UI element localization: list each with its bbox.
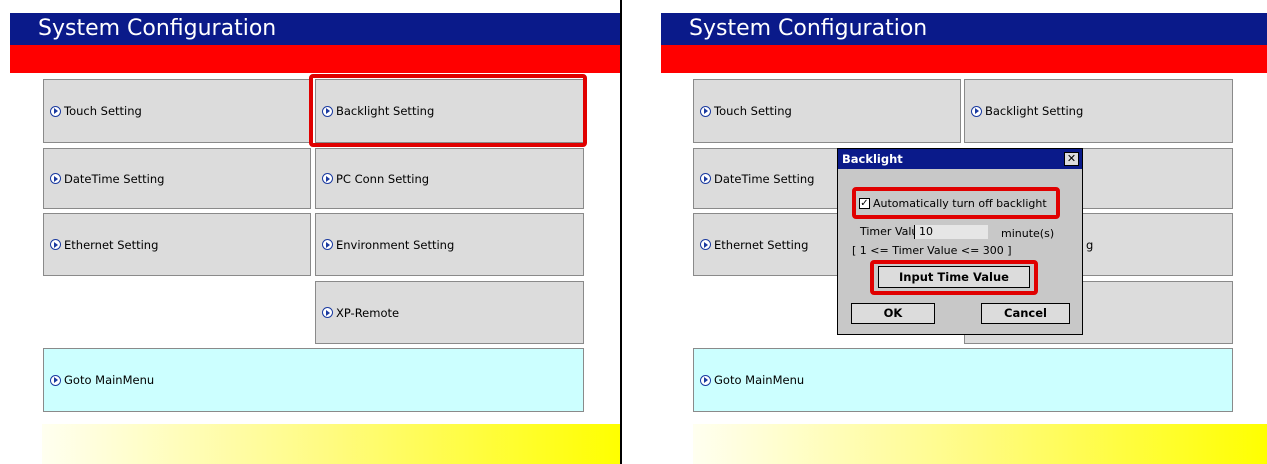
- arrow-icon: [971, 105, 982, 117]
- right-screen: System Configuration Touch Setting Backl…: [651, 0, 1267, 464]
- checkbox-label: Automatically turn off backlight: [873, 197, 1047, 210]
- ok-button[interactable]: OK: [851, 303, 935, 324]
- arrow-icon: [50, 239, 61, 250]
- input-time-value-button[interactable]: Input Time Value: [878, 266, 1030, 288]
- touch-setting-button[interactable]: Touch Setting: [43, 79, 311, 143]
- arrow-icon: [700, 374, 711, 386]
- arrow-icon: [322, 307, 333, 318]
- goto-mainmenu-button[interactable]: Goto MainMenu: [693, 348, 1233, 412]
- arrow-icon: [700, 173, 711, 184]
- partial-label: g: [1086, 237, 1094, 252]
- panel-border: [620, 0, 622, 464]
- arrow-icon: [322, 173, 333, 184]
- arrow-icon: [50, 374, 61, 386]
- datetime-setting-button[interactable]: DateTime Setting: [43, 148, 311, 209]
- arrow-icon: [322, 105, 333, 117]
- dialog-title: Backlight: [838, 149, 1082, 169]
- arrow-icon: [700, 105, 711, 117]
- page-title: System Configuration: [661, 13, 1267, 45]
- arrow-icon: [50, 105, 61, 117]
- red-bar: [10, 45, 622, 73]
- left-screen: System Configuration Touch Setting Backl…: [0, 0, 622, 464]
- touch-setting-button[interactable]: Touch Setting: [693, 79, 961, 143]
- backlight-setting-button[interactable]: Backlight Setting: [964, 79, 1233, 143]
- xp-remote-button[interactable]: XP-Remote: [315, 281, 584, 344]
- page-title: System Configuration: [10, 13, 622, 45]
- arrow-icon: [50, 173, 61, 184]
- footer-gradient: [693, 424, 1267, 464]
- arrow-icon: [322, 239, 333, 250]
- goto-mainmenu-button[interactable]: Goto MainMenu: [43, 348, 584, 412]
- close-icon[interactable]: ✕: [1064, 152, 1079, 166]
- timer-unit: minute(s): [1001, 227, 1055, 240]
- auto-off-checkbox[interactable]: ✓: [859, 198, 870, 209]
- environment-setting-button[interactable]: Environment Setting: [315, 213, 584, 276]
- backlight-setting-button[interactable]: Backlight Setting: [315, 79, 584, 143]
- arrow-icon: [700, 239, 711, 250]
- timer-value-field[interactable]: 10: [914, 225, 988, 239]
- footer-gradient: [42, 424, 620, 464]
- pc-conn-setting-button[interactable]: PC Conn Setting: [315, 148, 584, 209]
- ethernet-setting-button[interactable]: Ethernet Setting: [43, 213, 311, 276]
- red-bar: [661, 45, 1267, 73]
- timer-range: [ 1 <= Timer Value <= 300 ]: [852, 244, 1012, 257]
- backlight-dialog: Backlight ✕ ✓ Automatically turn off bac…: [837, 148, 1083, 335]
- cancel-button[interactable]: Cancel: [981, 303, 1070, 324]
